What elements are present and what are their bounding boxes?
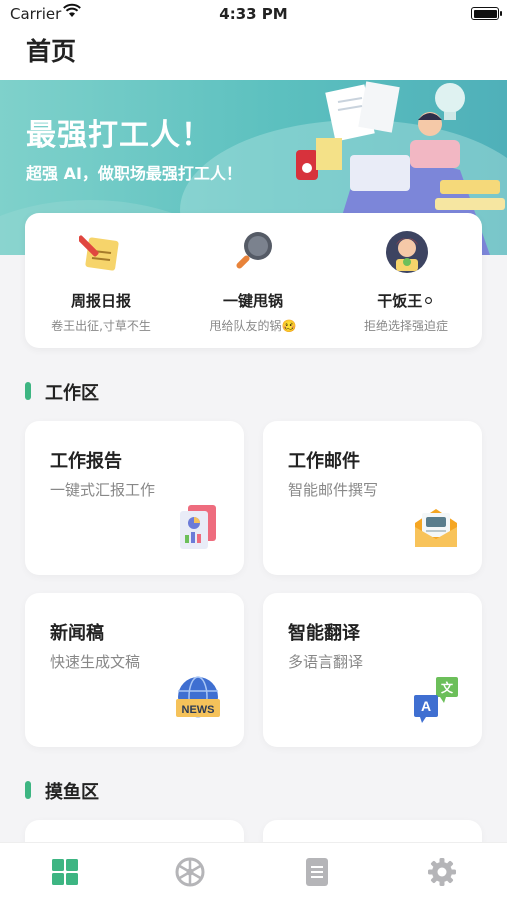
gear-icon <box>428 858 456 886</box>
tile-title: 新闻稿 <box>50 623 104 644</box>
grid-icon <box>52 859 78 885</box>
tile-work-email[interactable]: 工作邮件 智能邮件撰写 <box>263 421 482 575</box>
quick-item-title: 一键甩锅 <box>222 292 283 310</box>
quick-item-title: 周报日报 <box>70 292 131 310</box>
quick-item-blame[interactable]: 一键甩锅 甩给队友的锅🥴 <box>177 213 329 348</box>
news-globe-icon: NEWS <box>176 676 220 718</box>
hero-headline: 最强打工人！ <box>26 118 212 153</box>
wheel-icon <box>175 857 205 887</box>
tile-title: 智能翻译 <box>288 623 360 644</box>
eating-person-icon <box>386 231 428 273</box>
translate-icon: 文 A <box>414 677 458 723</box>
notepad-pencil-icon <box>79 235 119 271</box>
report-icon <box>180 505 216 549</box>
frying-pan-icon <box>236 232 272 269</box>
tile-subtitle: 一键式汇报工作 <box>50 481 156 499</box>
tab-home[interactable] <box>50 857 80 887</box>
section-accent-bar <box>25 781 31 799</box>
tile-smart-translate[interactable]: 智能翻译 多语言翻译 文 A <box>263 593 482 747</box>
tile-title: 工作邮件 <box>288 451 360 472</box>
svg-text:文: 文 <box>441 680 454 695</box>
quick-item-subtitle: 甩给队友的锅🥴 <box>209 319 297 333</box>
tab-settings[interactable] <box>427 857 457 887</box>
section-title: 摸鱼区 <box>45 782 99 803</box>
page-title: 首页 <box>26 37 77 66</box>
tab-bar <box>0 842 507 900</box>
section-title: 工作区 <box>45 383 99 404</box>
quick-actions-card: 周报日报 卷王出征,寸草不生 一键甩锅 甩给队友的锅🥴 干饭王⚪ 拒绝选择强迫症 <box>25 213 482 348</box>
section-accent-bar <box>25 382 31 400</box>
tab-document[interactable] <box>302 857 332 887</box>
news-label: NEWS <box>182 704 215 716</box>
tile-subtitle: 多语言翻译 <box>288 653 364 671</box>
section-header-work: 工作区 <box>25 379 225 404</box>
section-header-fish: 摸鱼区 <box>25 778 225 803</box>
hero-tagline: 超强 AI，做职场最强打工人！ <box>26 164 242 183</box>
quick-item-title: 干饭王⚪ <box>377 292 435 310</box>
quick-item-subtitle: 拒绝选择强迫症 <box>363 319 448 333</box>
tile-title: 工作报告 <box>50 451 122 472</box>
quick-item-weekly-report[interactable]: 周报日报 卷王出征,寸草不生 <box>25 213 177 348</box>
battery-icon <box>471 7 502 20</box>
tile-subtitle: 智能邮件撰写 <box>288 481 379 499</box>
nav-bar: 首页 <box>0 28 507 80</box>
email-icon <box>415 509 457 547</box>
status-bar: Carrier 4:33 PM <box>0 0 507 28</box>
tab-wheel[interactable] <box>175 857 205 887</box>
tile-subtitle: 快速生成文稿 <box>50 653 141 671</box>
tile-press-release[interactable]: 新闻稿 快速生成文稿 NEWS <box>25 593 244 747</box>
svg-text:A: A <box>421 698 431 714</box>
quick-item-subtitle: 卷王出征,寸草不生 <box>51 319 151 333</box>
document-icon <box>306 858 328 886</box>
quick-item-foodie[interactable]: 干饭王⚪ 拒绝选择强迫症 <box>330 213 482 348</box>
clock: 4:33 PM <box>219 5 288 23</box>
tile-work-report[interactable]: 工作报告 一键式汇报工作 <box>25 421 244 575</box>
